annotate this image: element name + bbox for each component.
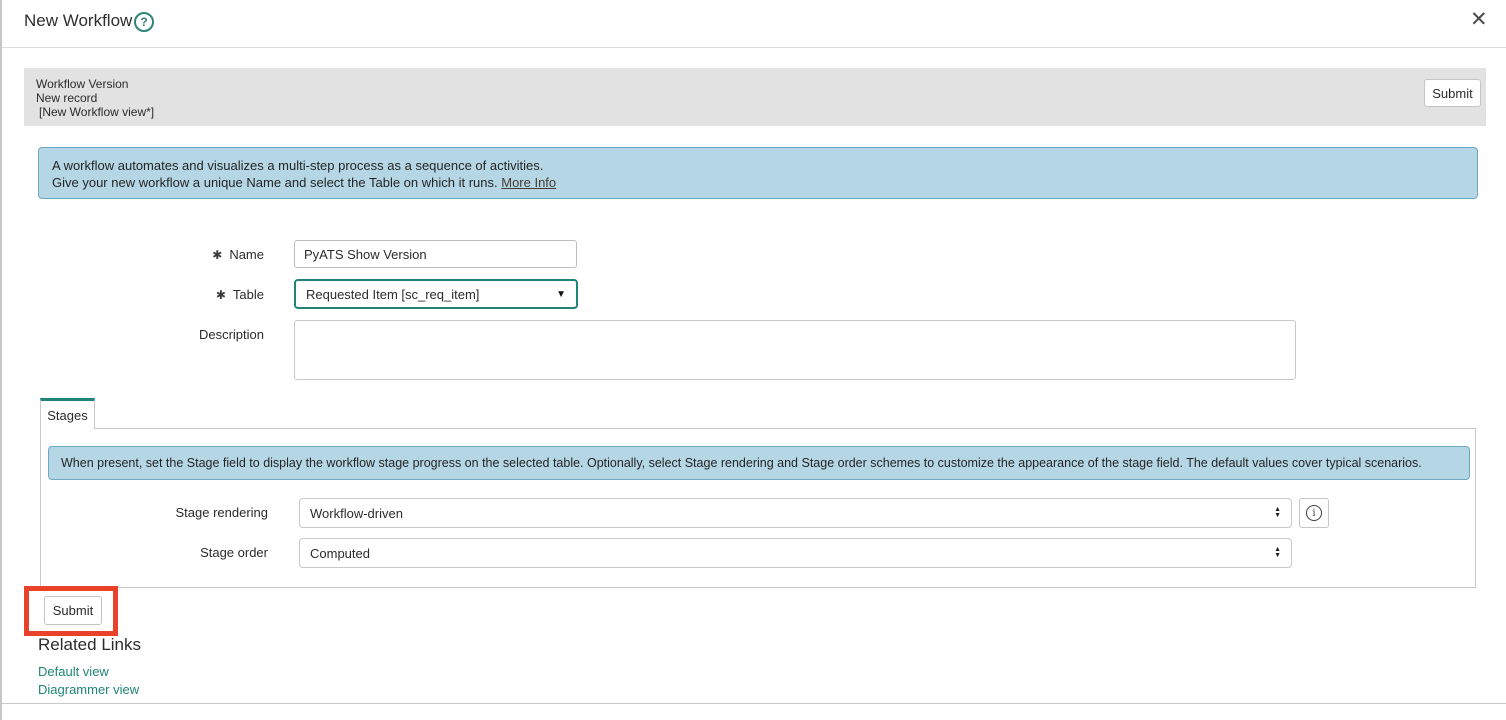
stage-rendering-value: Workflow-driven [310, 506, 403, 521]
tab-stages[interactable]: Stages [40, 398, 95, 429]
stage-order-select[interactable]: Computed ▲ ▼ [299, 538, 1292, 568]
stages-info-banner: When present, set the Stage field to dis… [48, 446, 1470, 480]
info-banner-line1: A workflow automates and visualizes a mu… [52, 157, 1464, 174]
chevron-down-icon: ▼ [556, 289, 566, 300]
required-icon: ✱ [216, 288, 226, 302]
table-label: ✱ Table [152, 287, 264, 302]
stage-rendering-label: Stage rendering [102, 505, 268, 520]
stage-order-label: Stage order [102, 545, 268, 560]
bottom-divider [2, 703, 1506, 704]
info-banner: A workflow automates and visualizes a mu… [38, 147, 1478, 199]
required-icon: ✱ [212, 248, 222, 262]
info-banner-line2: Give your new workflow a unique Name and… [52, 174, 1464, 191]
record-state: New record [36, 91, 154, 105]
help-icon[interactable]: ? [134, 12, 154, 32]
name-label: ✱ Name [152, 247, 264, 262]
record-type: Workflow Version [36, 77, 154, 91]
table-select-value: Requested Item [sc_req_item] [306, 287, 479, 302]
header-divider [2, 47, 1506, 48]
select-spinner-icon: ▲ ▼ [1274, 507, 1281, 519]
more-info-link[interactable]: More Info [501, 175, 556, 190]
close-icon[interactable]: ✕ [1470, 6, 1488, 34]
record-header-text: Workflow Version New record [New Workflo… [36, 77, 154, 119]
submit-button-top[interactable]: Submit [1424, 79, 1481, 107]
new-workflow-dialog: New Workflow ? ✕ Workflow Version New re… [0, 0, 1506, 720]
record-view: [New Workflow view*] [36, 105, 154, 119]
name-input[interactable] [294, 240, 577, 268]
record-header-bar [24, 68, 1486, 126]
info-icon: i [1306, 505, 1322, 521]
table-select[interactable]: Requested Item [sc_req_item] ▼ [294, 279, 578, 309]
select-spinner-icon: ▲ ▼ [1274, 547, 1281, 559]
stage-rendering-select[interactable]: Workflow-driven ▲ ▼ [299, 498, 1292, 528]
page-title: New Workflow [24, 11, 132, 31]
description-label: Description [152, 327, 264, 342]
stage-rendering-info-button[interactable]: i [1299, 498, 1329, 528]
related-link-diagrammer-view[interactable]: Diagrammer view [38, 682, 139, 697]
stage-order-value: Computed [310, 546, 370, 561]
description-textarea[interactable] [294, 320, 1296, 380]
related-links-title: Related Links [38, 635, 141, 655]
related-link-default-view[interactable]: Default view [38, 664, 109, 679]
submit-button-bottom[interactable]: Submit [44, 596, 102, 625]
